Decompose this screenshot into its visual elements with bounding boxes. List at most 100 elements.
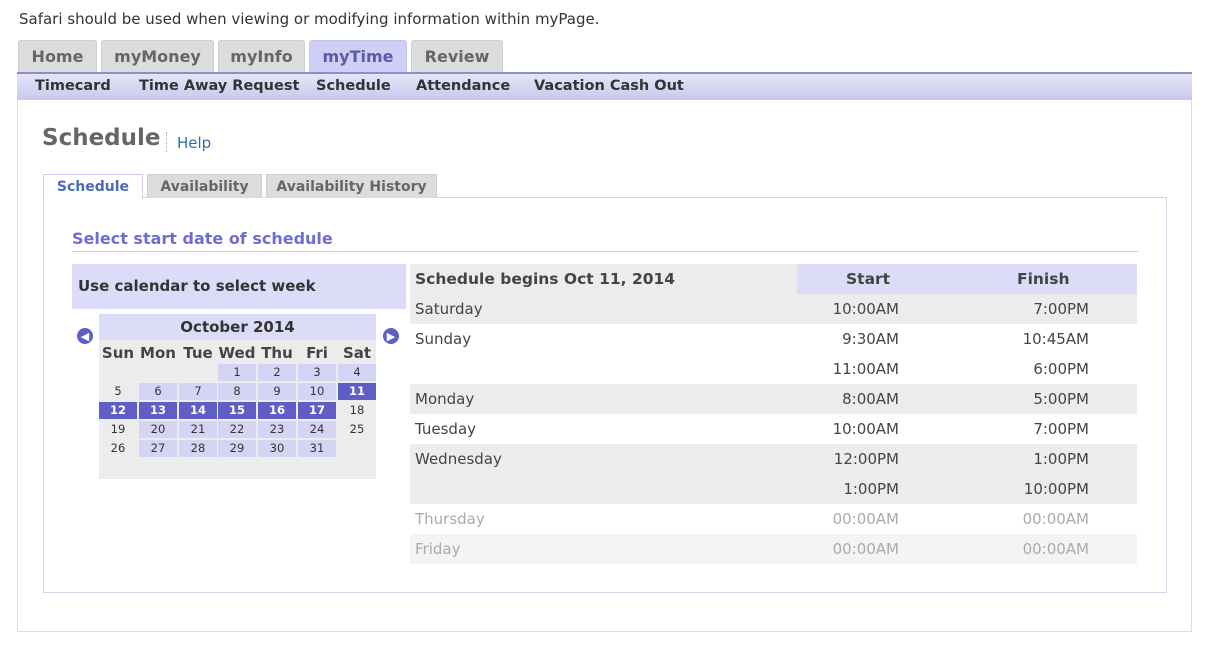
calendar-empty-cell: [179, 364, 217, 381]
subnav-time-away-request[interactable]: Time Away Request: [139, 78, 299, 94]
calendar-empty-cell: [298, 459, 336, 476]
schedule-finish-time: 10:00PM: [1023, 480, 1089, 498]
calendar-day[interactable]: 11: [338, 383, 376, 400]
schedule-start-time: 12:00PM: [833, 450, 899, 468]
calendar-day[interactable]: 26: [99, 440, 137, 457]
calendar-day[interactable]: 10: [298, 383, 336, 400]
arrow-right-circle-icon[interactable]: ▶: [383, 328, 399, 344]
schedule-row: 1:00PM 10:00PM: [410, 474, 1137, 504]
calendar-day[interactable]: 31: [298, 440, 336, 457]
weekday-label: Thu: [261, 344, 293, 362]
calendar-day[interactable]: 14: [179, 402, 217, 419]
schedule-day: Thursday: [415, 510, 485, 528]
subnav-attendance[interactable]: Attendance: [416, 78, 510, 94]
subnav-timecard[interactable]: Timecard: [35, 78, 111, 94]
calendar-day[interactable]: 20: [139, 421, 177, 438]
calendar-empty-cell: [258, 459, 296, 476]
calendar-day[interactable]: 28: [179, 440, 217, 457]
page-title: Schedule: [42, 125, 161, 151]
subtab-availability[interactable]: Availability: [147, 174, 262, 198]
schedule-start-time: 11:00AM: [832, 360, 899, 378]
schedule-start-time: 8:00AM: [842, 390, 899, 408]
help-link[interactable]: Help: [177, 134, 211, 152]
calendar-day[interactable]: 21: [179, 421, 217, 438]
schedule-start-time: 9:30AM: [842, 330, 899, 348]
subtab-availability-history[interactable]: Availability History: [266, 174, 437, 198]
calendar-month: October 2014: [99, 314, 376, 340]
tab-review[interactable]: Review: [411, 40, 503, 72]
weekday-label: Mon: [140, 344, 176, 362]
schedule-finish-time: 7:00PM: [1033, 300, 1089, 318]
calendar-day[interactable]: 3: [298, 364, 336, 381]
calendar-day[interactable]: 9: [258, 383, 296, 400]
calendar-day[interactable]: 24: [298, 421, 336, 438]
calendar-day[interactable]: 29: [218, 440, 256, 457]
schedule-finish-time: 5:00PM: [1033, 390, 1089, 408]
sub-navigation: Timecard Time Away Request Schedule Atte…: [17, 72, 1192, 100]
calendar-empty-cell: [139, 459, 177, 476]
tab-mytime[interactable]: myTime: [309, 40, 407, 72]
schedule-row: Friday 00:00AM 00:00AM: [410, 534, 1137, 564]
schedule-row: 11:00AM 6:00PM: [410, 354, 1137, 384]
tab-myinfo[interactable]: myInfo: [218, 40, 305, 72]
calendar-header: Use calendar to select week: [72, 264, 406, 309]
calendar-day[interactable]: 7: [179, 383, 217, 400]
schedule-start-time: 00:00AM: [832, 510, 899, 528]
calendar-day[interactable]: 30: [258, 440, 296, 457]
calendar-day[interactable]: 12: [99, 402, 137, 419]
calendar-day[interactable]: 6: [139, 383, 177, 400]
schedule-finish-time: 00:00AM: [1022, 510, 1089, 528]
schedule-row: Thursday 00:00AM 00:00AM: [410, 504, 1137, 534]
calendar-day[interactable]: 16: [258, 402, 296, 419]
weekday-label: Wed: [218, 344, 256, 362]
schedule-row: Sunday 9:30AM 10:45AM: [410, 324, 1137, 354]
schedule-start-time: 10:00AM: [832, 420, 899, 438]
calendar-instruction: Use calendar to select week: [78, 277, 316, 295]
calendar-day[interactable]: 27: [139, 440, 177, 457]
calendar-day[interactable]: 23: [258, 421, 296, 438]
weekday-label: Tue: [183, 344, 213, 362]
calendar-day[interactable]: 1: [218, 364, 256, 381]
calendar-day[interactable]: 2: [258, 364, 296, 381]
schedule-day: Tuesday: [415, 420, 477, 438]
calendar-day[interactable]: 25: [338, 421, 376, 438]
calendar-day[interactable]: 22: [218, 421, 256, 438]
calendar-day[interactable]: 4: [338, 364, 376, 381]
calendar-day[interactable]: 8: [218, 383, 256, 400]
calendar: October 2014 Sun Mon Tue Wed Thu Fri Sat 1 2 3 4 5 6…: [99, 314, 376, 479]
schedule-row: Saturday 10:00AM 7:00PM: [410, 294, 1137, 324]
calendar-day[interactable]: 17: [298, 402, 336, 419]
schedule-start-time: 00:00AM: [832, 540, 899, 558]
calendar-day[interactable]: 15: [218, 402, 256, 419]
schedule-finish-time: 1:00PM: [1033, 450, 1089, 468]
browser-notice: Safari should be used when viewing or mo…: [19, 10, 600, 28]
schedule-row: Tuesday 10:00AM 7:00PM: [410, 414, 1137, 444]
arrow-left-circle-icon[interactable]: ◀: [77, 328, 93, 344]
schedule-day: Monday: [415, 390, 475, 408]
title-separator: [166, 132, 167, 152]
subtab-schedule[interactable]: Schedule: [43, 174, 143, 199]
weekday-label: Sun: [101, 344, 135, 362]
schedule-row: Wednesday 12:00PM 1:00PM: [410, 444, 1137, 474]
col-finish: Finish: [1017, 270, 1070, 288]
calendar-day[interactable]: 19: [99, 421, 137, 438]
schedule-day: Saturday: [415, 300, 483, 318]
calendar-day[interactable]: 13: [139, 402, 177, 419]
tab-home[interactable]: Home: [18, 40, 97, 72]
schedule-finish-time: 6:00PM: [1033, 360, 1089, 378]
schedule-start-time: 10:00AM: [832, 300, 899, 318]
calendar-day[interactable]: 18: [338, 402, 376, 419]
section-heading: Select start date of schedule: [72, 229, 333, 248]
calendar-empty-cell: [99, 459, 137, 476]
weekday-label: Sat: [342, 344, 372, 362]
subnav-vacation-cash-out[interactable]: Vacation Cash Out: [534, 78, 684, 94]
calendar-empty-cell: [99, 364, 137, 381]
subnav-schedule[interactable]: Schedule: [316, 78, 391, 94]
schedule-table: Schedule begins Oct 11, 2014 Start Finis…: [410, 264, 1137, 564]
calendar-empty-cell: [338, 440, 376, 457]
calendar-empty-cell: [179, 459, 217, 476]
schedule-day: Wednesday: [415, 450, 502, 468]
calendar-day[interactable]: 5: [99, 383, 137, 400]
section-divider: [72, 251, 1138, 252]
tab-mymoney[interactable]: myMoney: [101, 40, 214, 72]
